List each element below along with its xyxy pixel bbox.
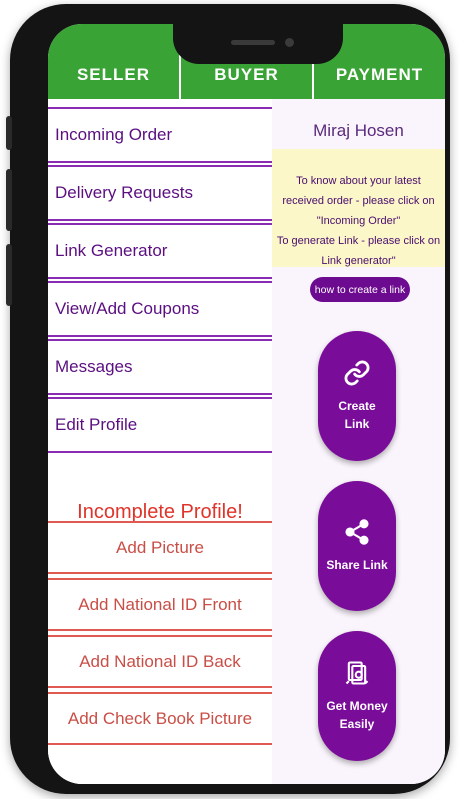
menu-item-incoming-order[interactable]: Incoming Order: [48, 107, 272, 163]
create-link-button[interactable]: Create Link: [318, 331, 396, 461]
seller-menu: Incoming Order Delivery Requests Link Ge…: [48, 99, 272, 784]
info-box: To know about your latest received order…: [272, 149, 445, 267]
user-name: Miraj Hosen: [313, 121, 404, 140]
front-camera: [285, 38, 294, 47]
menu-item-view-add-coupons[interactable]: View/Add Coupons: [48, 281, 272, 337]
share-icon: [345, 519, 369, 545]
menu-item-delivery-requests[interactable]: Delivery Requests: [48, 165, 272, 221]
link-icon: [344, 360, 370, 386]
menu-item-edit-profile[interactable]: Edit Profile: [48, 397, 272, 453]
phone-volume-up-button: [6, 169, 12, 231]
add-picture-button[interactable]: Add Picture: [48, 521, 272, 574]
add-national-id-back-button[interactable]: Add National ID Back: [48, 635, 272, 688]
phone-frame: SELLER BUYER PAYMENT Incoming Order Deli…: [6, 4, 450, 794]
phone-side-button: [6, 116, 12, 150]
phone-volume-down-button: [6, 244, 12, 306]
tab-seller[interactable]: SELLER: [48, 24, 181, 99]
info-incoming-order-hint: To know about your latest received order…: [282, 175, 435, 227]
create-link-label: Create Link: [338, 399, 376, 431]
add-check-book-picture-button[interactable]: Add Check Book Picture: [48, 692, 272, 745]
money-icon: [345, 661, 369, 685]
right-panel: Miraj Hosen To know about your latest re…: [272, 99, 445, 784]
add-national-id-front-button[interactable]: Add National ID Front: [48, 578, 272, 631]
info-link-generator-hint: To generate Link - please click on Link …: [276, 235, 441, 267]
menu-item-link-generator[interactable]: Link Generator: [48, 223, 272, 279]
get-money-label: Get Money Easily: [326, 699, 388, 731]
phone-notch: [173, 24, 343, 64]
speaker-grille: [231, 40, 275, 45]
share-link-button[interactable]: Share Link: [318, 481, 396, 611]
phone-screen: SELLER BUYER PAYMENT Incoming Order Deli…: [48, 24, 445, 784]
get-money-button[interactable]: Get Money Easily: [318, 631, 396, 761]
share-link-label: Share Link: [326, 558, 388, 572]
how-to-create-link-button[interactable]: how to create a link: [310, 277, 410, 302]
menu-item-messages[interactable]: Messages: [48, 339, 272, 395]
